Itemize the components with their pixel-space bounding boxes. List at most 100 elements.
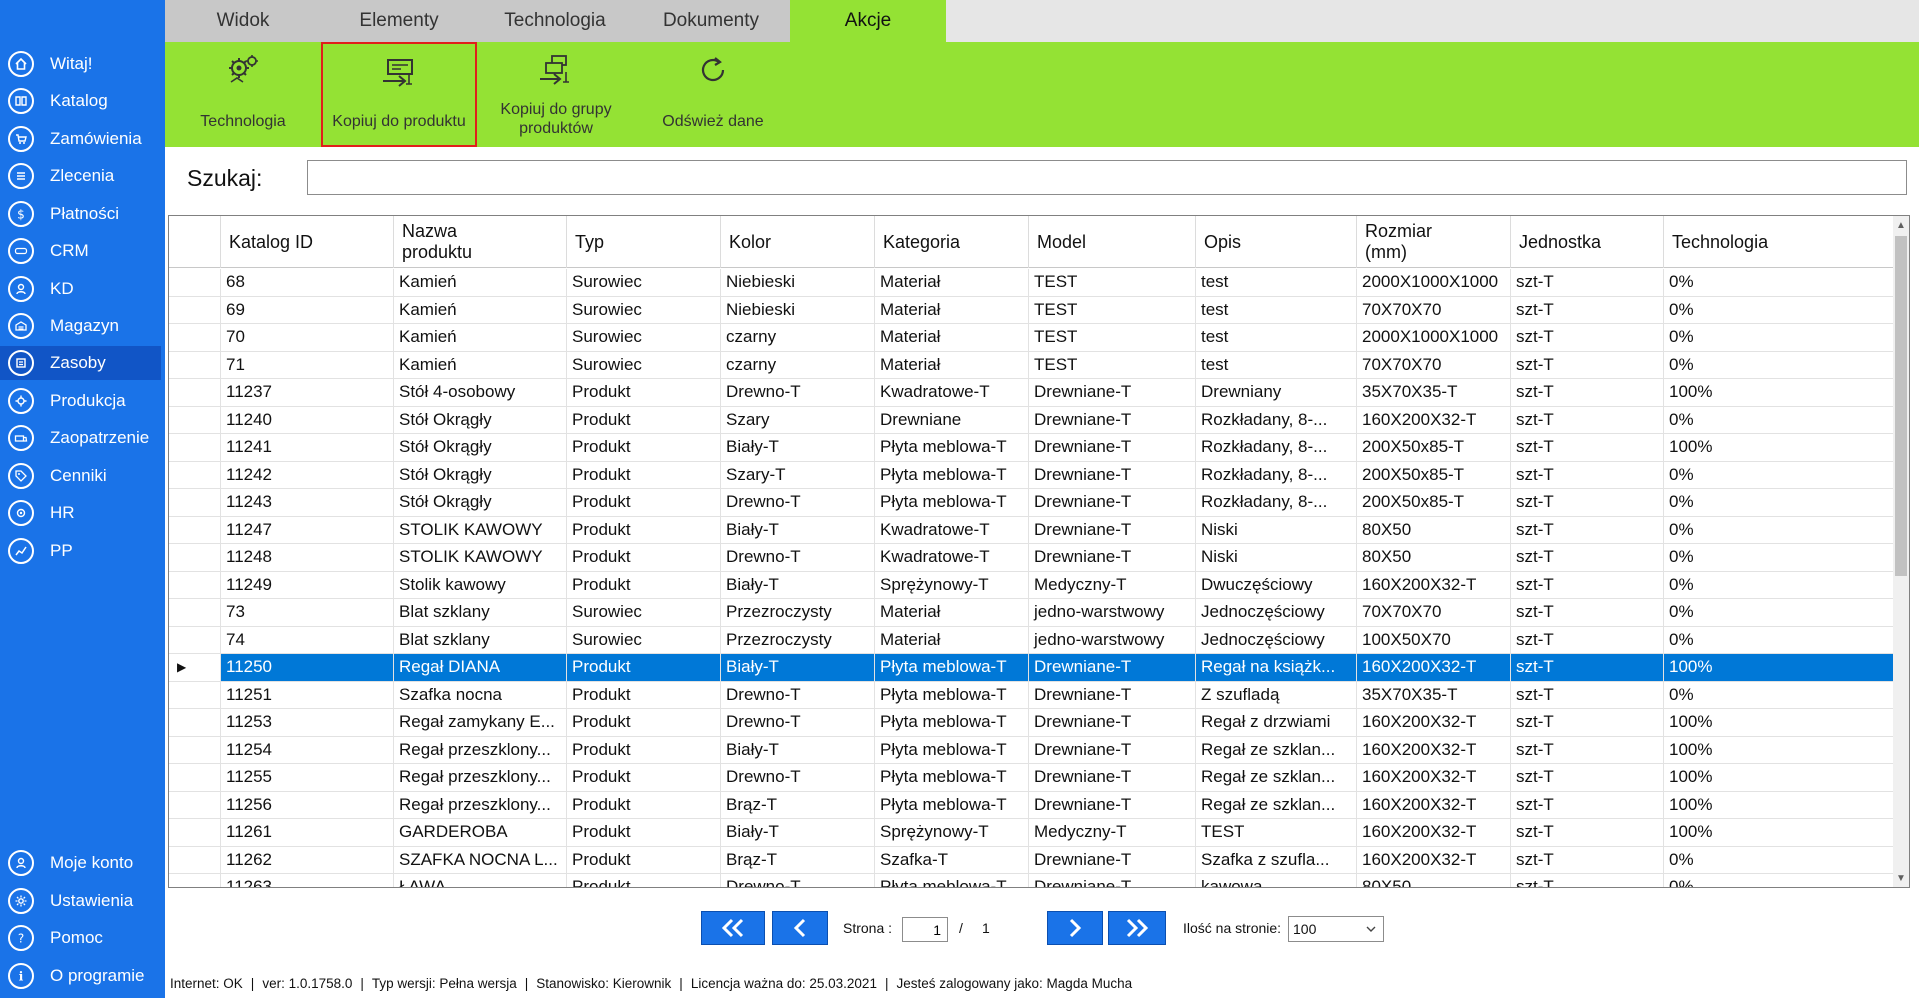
table-cell[interactable]: 11253 [221,709,394,737]
table-cell[interactable]: szt-T [1511,351,1664,379]
table-cell[interactable]: Blat szklany [394,599,567,627]
table-cell[interactable]: Drewniane-T [1029,681,1196,709]
table-row[interactable]: 11249 Stolik kawowy Produkt Biały-T Sprężyno… [169,571,1894,599]
table-cell[interactable]: 68 [221,269,394,297]
row-indicator[interactable] [169,791,221,819]
table-cell[interactable]: Niebieski [721,296,875,324]
column-header[interactable]: Technologia [1664,216,1894,268]
table-row[interactable]: 71 Kamień Surowiec czarny Materiał TEST test 70… [169,351,1894,379]
sidebar-item-katalog[interactable]: Katalog [0,84,161,118]
table-cell[interactable]: Stół Okrągły [394,461,567,489]
table-cell[interactable]: Biały-T [721,434,875,462]
table-cell[interactable]: 0% [1664,681,1894,709]
table-cell[interactable]: STOLIK KAWOWY [394,544,567,572]
table-cell[interactable]: Kamień [394,324,567,352]
table-cell[interactable]: Drewniane-T [1029,654,1196,682]
table-cell[interactable]: 2000X1000X1000 [1357,324,1511,352]
table-cell[interactable]: Produkt [567,544,721,572]
table-row[interactable]: 70 Kamień Surowiec czarny Materiał TEST test 20… [169,324,1894,352]
table-cell[interactable]: Materiał [875,296,1029,324]
table-cell[interactable]: test [1196,324,1357,352]
table-cell[interactable]: 11243 [221,489,394,517]
table-cell[interactable]: 35X70X35-T [1357,379,1511,407]
table-cell[interactable]: szt-T [1511,516,1664,544]
table-cell[interactable]: szt-T [1511,819,1664,847]
table-cell[interactable]: Płyta meblowa-T [875,434,1029,462]
table-cell[interactable]: szt-T [1511,571,1664,599]
table-cell[interactable]: Produkt [567,791,721,819]
table-cell[interactable]: Surowiec [567,351,721,379]
table-cell[interactable]: 200X50x85-T [1357,489,1511,517]
table-cell[interactable]: 11251 [221,681,394,709]
table-cell[interactable]: 160X200X32-T [1357,709,1511,737]
row-indicator[interactable] [169,846,221,874]
table-cell[interactable]: Regał na książk... [1196,654,1357,682]
table-cell[interactable]: 160X200X32-T [1357,571,1511,599]
table-cell[interactable]: Produkt [567,709,721,737]
table-cell[interactable]: Drewno-T [721,544,875,572]
table-cell[interactable]: szt-T [1511,791,1664,819]
table-cell[interactable]: szt-T [1511,269,1664,297]
table-cell[interactable]: 0% [1664,461,1894,489]
row-indicator[interactable] [169,736,221,764]
table-cell[interactable]: Z szufladą [1196,681,1357,709]
table-cell[interactable]: Drewniane-T [1029,379,1196,407]
tab-elementy[interactable]: Elementy [321,0,477,42]
table-row[interactable]: 73 Blat szklany Surowiec Przezroczysty Mater… [169,599,1894,627]
sidebar-item-pp[interactable]: PP [0,534,161,568]
table-cell[interactable]: Drewniane-T [1029,736,1196,764]
table-cell[interactable]: Drewno-T [721,764,875,792]
table-cell[interactable]: 160X200X32-T [1357,819,1511,847]
table-row[interactable]: 68 Kamień Surowiec Niebieski Materiał TEST tes… [169,269,1894,297]
sidebar-item-magazyn[interactable]: Magazyn [0,309,161,343]
row-indicator[interactable] [169,434,221,462]
row-indicator[interactable] [169,599,221,627]
table-cell[interactable]: Materiał [875,324,1029,352]
sidebar-item-moje-konto[interactable]: Moje konto [0,846,161,880]
table-cell[interactable]: Produkt [567,434,721,462]
table-cell[interactable]: 100% [1664,791,1894,819]
column-header[interactable]: Opis [1196,216,1357,268]
table-cell[interactable]: Produkt [567,489,721,517]
table-cell[interactable]: Produkt [567,736,721,764]
last-page-button[interactable] [1108,911,1166,945]
table-cell[interactable]: 11262 [221,846,394,874]
table-cell[interactable]: Drewniane-T [1029,764,1196,792]
table-cell[interactable]: Drewniane-T [1029,846,1196,874]
table-cell[interactable]: Materiał [875,599,1029,627]
table-cell[interactable]: 70X70X70 [1357,296,1511,324]
table-cell[interactable]: Produkt [567,516,721,544]
per-page-select[interactable]: 100 [1288,916,1384,942]
table-cell[interactable]: 160X200X32-T [1357,406,1511,434]
table-row[interactable]: 11242 Stół Okrągły Produkt Szary-T Płyta meb… [169,461,1894,489]
table-cell[interactable]: Sprężynowy-T [875,571,1029,599]
table-cell[interactable]: 0% [1664,571,1894,599]
table-cell[interactable]: Stół Okrągły [394,434,567,462]
table-cell[interactable]: szt-T [1511,681,1664,709]
row-indicator[interactable] [169,461,221,489]
table-cell[interactable]: 71 [221,351,394,379]
row-indicator[interactable] [169,874,221,887]
table-cell[interactable]: 11261 [221,819,394,847]
sidebar-item-o-programie[interactable]: i O programie [0,959,161,993]
table-cell[interactable]: Surowiec [567,269,721,297]
table-cell[interactable]: 0% [1664,516,1894,544]
search-input[interactable] [307,160,1907,195]
table-cell[interactable]: 100% [1664,819,1894,847]
table-cell[interactable]: Rozkładany, 8-... [1196,489,1357,517]
next-page-button[interactable] [1047,911,1103,945]
table-row[interactable]: 69 Kamień Surowiec Niebieski Materiał TEST tes… [169,296,1894,324]
table-cell[interactable]: szt-T [1511,736,1664,764]
technologia-button[interactable]: Technologia [165,42,321,147]
table-cell[interactable]: Drewniane-T [1029,709,1196,737]
table-cell[interactable]: Biały-T [721,654,875,682]
table-cell[interactable]: 70X70X70 [1357,351,1511,379]
table-cell[interactable]: Materiał [875,269,1029,297]
table-cell[interactable]: TEST [1029,296,1196,324]
copy-to-groups-button[interactable]: Kopiuj do grupy produktów [477,42,635,147]
scroll-down-icon[interactable]: ▼ [1893,869,1909,887]
table-cell[interactable]: 2000X1000X1000 [1357,269,1511,297]
sidebar-item-zamowienia[interactable]: Zamówienia [0,122,161,156]
tab-akcje[interactable]: Akcje [790,0,946,42]
vertical-scrollbar[interactable]: ▲ ▼ [1893,216,1909,887]
